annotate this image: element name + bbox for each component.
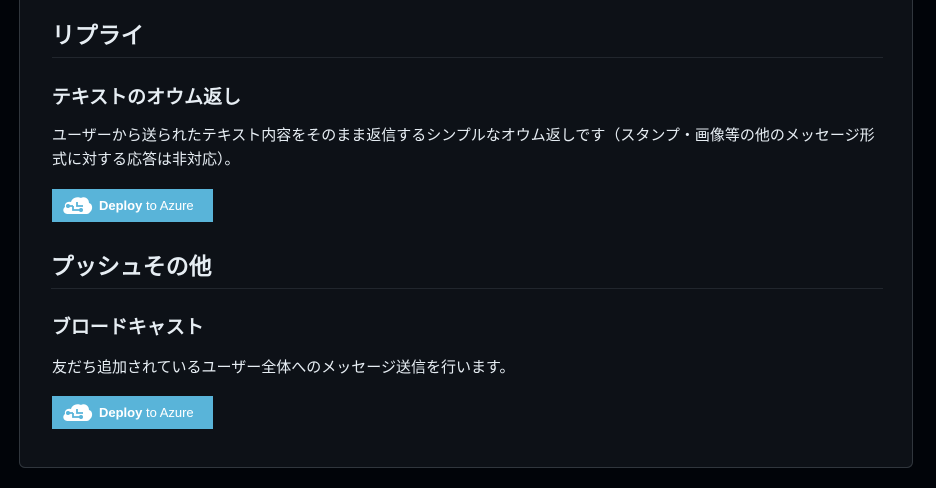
echo-description: ユーザーから送られたテキスト内容をそのまま返信するシンプルなオウム返しです（スタ… <box>52 126 875 168</box>
broadcast-description: 友だち追加されているユーザー全体へのメッセージ送信を行います。 <box>52 358 515 376</box>
section-heading-reply: リプライ <box>52 21 883 58</box>
deploy-label-bold: Deploy <box>99 198 143 213</box>
deploy-to-azure-link-echo[interactable]: Deploy to Azure <box>52 189 213 222</box>
deploy-to-azure-button[interactable]: Deploy to Azure <box>52 189 213 222</box>
deploy-to-azure-button[interactable]: Deploy to Azure <box>52 396 213 429</box>
azure-cloud-icon <box>63 196 93 214</box>
deploy-label: Deploy to Azure <box>99 198 194 213</box>
subheading-echo: テキストのオウム返し <box>52 86 242 108</box>
deploy-label: Deploy to Azure <box>99 405 194 420</box>
subheading-broadcast: ブロードキャスト <box>52 316 205 338</box>
deploy-to-azure-link-broadcast[interactable]: Deploy to Azure <box>52 396 213 429</box>
deploy-label-rest: to Azure <box>142 198 194 213</box>
readme-panel: リプライ テキストのオウム返し ユーザーから送られたテキスト内容をそのまま返信す… <box>19 0 913 468</box>
deploy-label-rest: to Azure <box>142 405 194 420</box>
azure-cloud-icon <box>63 403 93 421</box>
section-heading-push: プッシュその他 <box>51 252 883 289</box>
deploy-label-bold: Deploy <box>99 405 143 420</box>
